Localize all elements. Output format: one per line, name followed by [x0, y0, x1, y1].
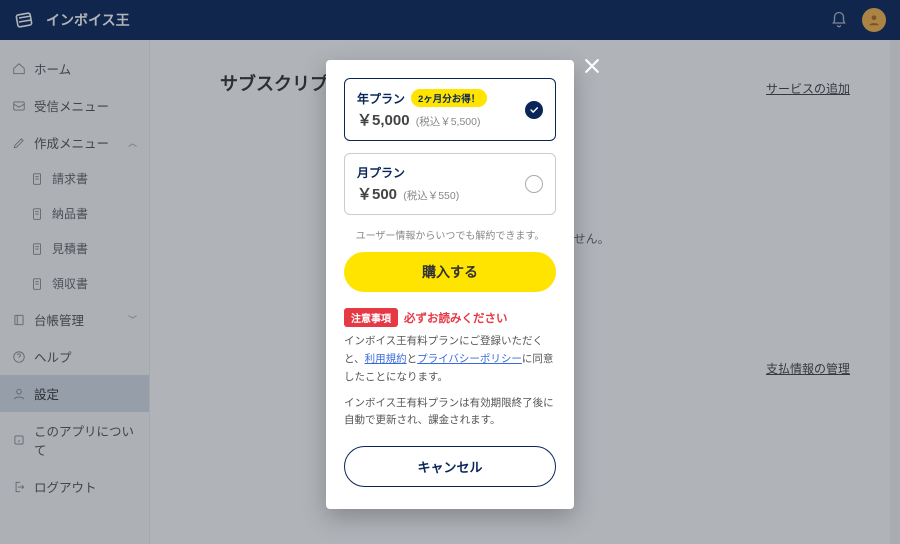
- plan-yearly-name: 年プラン: [357, 90, 405, 107]
- warning-text: 必ずお読みください: [404, 310, 508, 326]
- auto-renew-note: インボイス王有料プランは有効期限終了後に自動で更新され、課金されます。: [344, 395, 556, 431]
- purchase-button[interactable]: 購入する: [344, 252, 556, 292]
- terms-link[interactable]: 利用規約: [365, 353, 407, 365]
- modal-overlay[interactable]: 年プラン 2ヶ月分お得！ ￥5,000 (税込￥5,500) 月プラン ￥500: [0, 0, 900, 544]
- privacy-link[interactable]: プライバシーポリシー: [417, 353, 522, 365]
- radio-checked-icon: [525, 101, 543, 119]
- plan-monthly[interactable]: 月プラン ￥500 (税込￥550): [344, 153, 556, 215]
- plan-yearly[interactable]: 年プラン 2ヶ月分お得！ ￥5,000 (税込￥5,500): [344, 78, 556, 141]
- subscription-modal: 年プラン 2ヶ月分お得！ ￥5,000 (税込￥5,500) 月プラン ￥500: [326, 60, 574, 509]
- plan-yearly-price: ￥5,000: [357, 112, 410, 129]
- legal-text: インボイス王有料プランにご登録いただくと、利用規約とプライバシーポリシーに同意し…: [344, 333, 556, 387]
- cancel-anytime-note: ユーザー情報からいつでも解約できます。: [344, 227, 556, 242]
- cancel-button[interactable]: キャンセル: [344, 446, 556, 487]
- plan-yearly-badge: 2ヶ月分お得！: [411, 89, 487, 107]
- plan-monthly-name: 月プラン: [357, 164, 405, 181]
- close-button[interactable]: [582, 56, 610, 84]
- plan-yearly-tax: (税込￥5,500): [416, 116, 481, 128]
- warning-heading: 注意事項 必ずお読みください: [344, 308, 556, 327]
- warning-chip: 注意事項: [344, 308, 398, 327]
- plan-monthly-price: ￥500: [357, 186, 397, 203]
- radio-unchecked-icon: [525, 175, 543, 193]
- plan-monthly-tax: (税込￥550): [403, 190, 459, 202]
